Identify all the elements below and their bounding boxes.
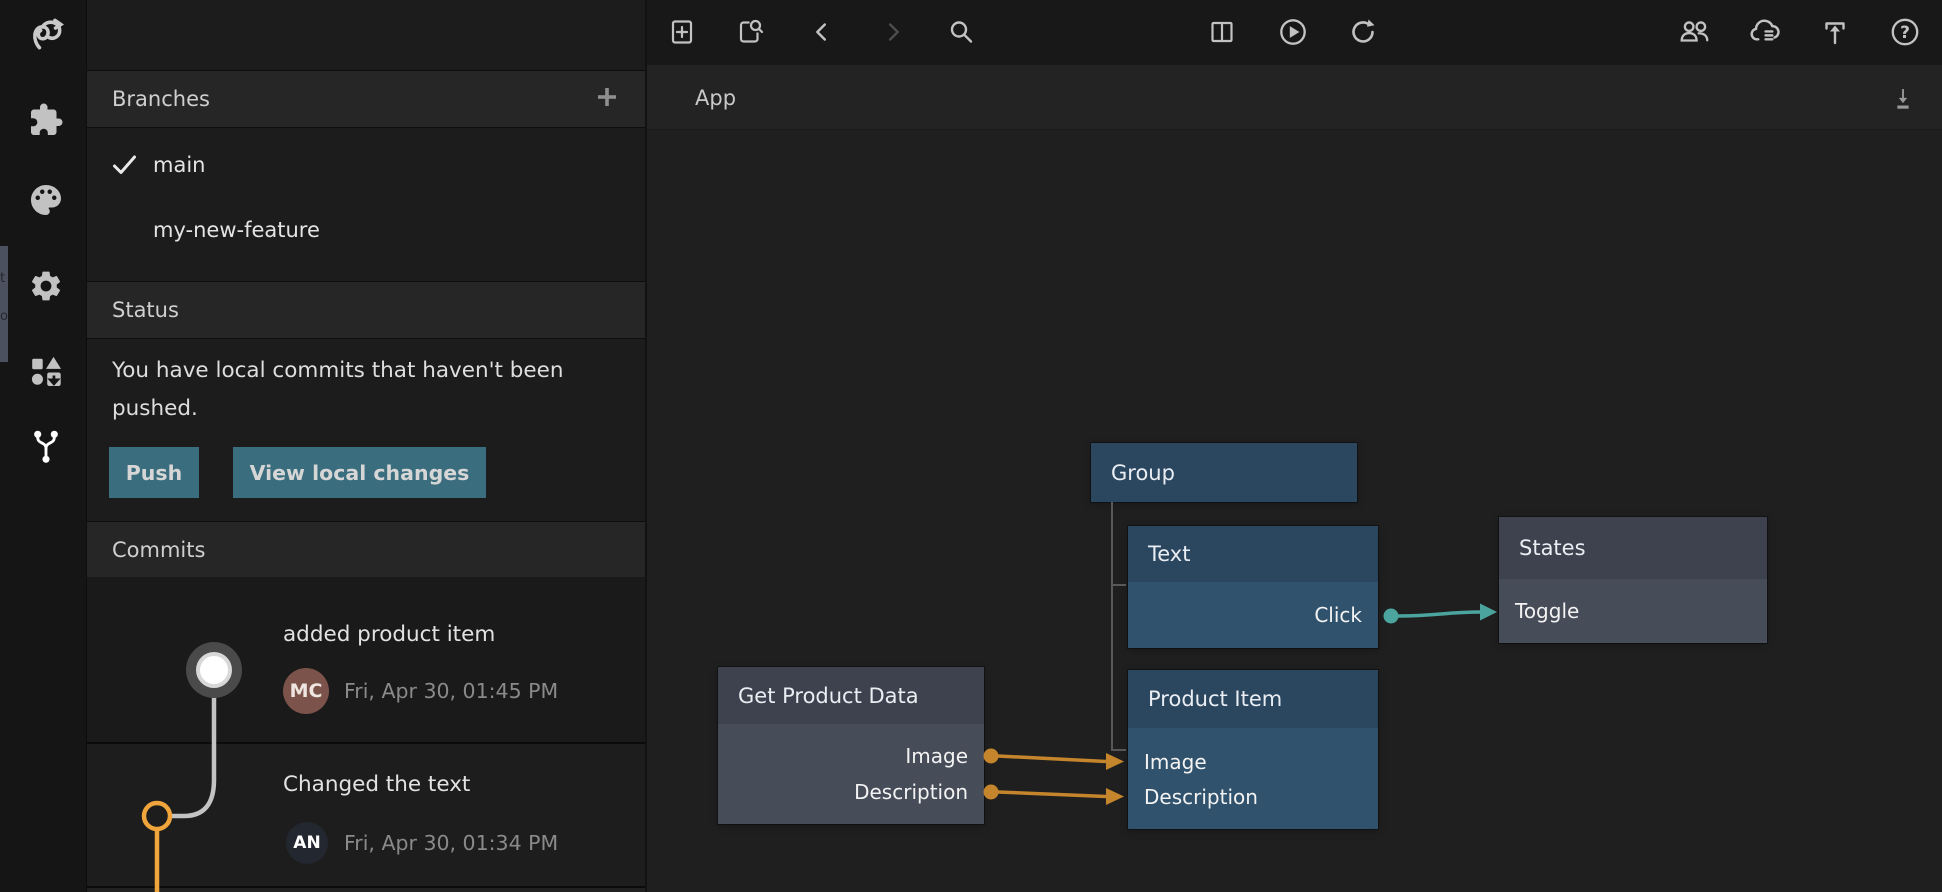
- wire-click-toggle: [1384, 604, 1498, 624]
- branch-row-my-new-feature[interactable]: my-new-feature: [87, 203, 645, 257]
- add-branch-button[interactable]: [594, 84, 620, 115]
- collaborators-icon[interactable]: [1677, 14, 1713, 50]
- add-node-icon[interactable]: [664, 14, 700, 50]
- status-section-header: Status: [87, 281, 645, 339]
- push-button[interactable]: Push: [109, 447, 199, 498]
- breadcrumb-app[interactable]: App: [695, 65, 736, 130]
- input-port-image[interactable]: Image: [1128, 744, 1378, 779]
- refresh-icon[interactable]: [1345, 14, 1381, 50]
- node-title: Get Product Data: [718, 667, 984, 724]
- marketplace-icon[interactable]: [24, 349, 68, 393]
- download-icon[interactable]: [1885, 80, 1921, 116]
- view-local-changes-button[interactable]: View local changes: [233, 447, 486, 498]
- activity-sidebar: [0, 0, 87, 892]
- branches-title: Branches: [112, 87, 210, 111]
- status-message: You have local commits that haven't been…: [112, 352, 602, 428]
- deploy-icon[interactable]: [1817, 14, 1853, 50]
- search-icon[interactable]: [943, 14, 979, 50]
- commits-section-header: Commits: [87, 521, 645, 579]
- node-title: States: [1499, 517, 1767, 579]
- node-title: Text: [1128, 526, 1378, 582]
- version-control-icon[interactable]: [24, 423, 68, 467]
- input-port-toggle[interactable]: Toggle: [1499, 599, 1767, 623]
- output-port-image[interactable]: Image: [718, 738, 984, 774]
- commit-date: Fri, Apr 30, 01:45 PM: [344, 679, 558, 703]
- settings-gear-icon[interactable]: [24, 264, 68, 308]
- version-control-panel: Branches main my-new-feature Status: [87, 0, 647, 892]
- branches-section-header: Branches: [87, 70, 645, 128]
- node-group[interactable]: Group: [1091, 443, 1357, 502]
- commit-row[interactable]: [87, 742, 645, 886]
- node-title: Group: [1091, 443, 1357, 502]
- check-icon: [111, 152, 141, 178]
- output-port-description[interactable]: Description: [718, 774, 984, 810]
- status-title: Status: [112, 298, 179, 322]
- input-port-description[interactable]: Description: [1128, 779, 1378, 814]
- branch-name: my-new-feature: [153, 218, 320, 242]
- noodl-logo[interactable]: [24, 12, 68, 56]
- canvas-toolbar: ?: [647, 0, 1942, 65]
- svg-text:?: ?: [1900, 23, 1910, 43]
- commit-date: Fri, Apr 30, 01:34 PM: [344, 831, 558, 855]
- cloud-services-icon[interactable]: [1747, 14, 1783, 50]
- styles-palette-icon[interactable]: [24, 178, 68, 222]
- hierarchy-line: [1112, 502, 1126, 750]
- commits-title: Commits: [112, 538, 205, 562]
- preview-play-icon[interactable]: [1275, 14, 1311, 50]
- background-window-edge: t o: [0, 246, 8, 362]
- split-view-icon[interactable]: [1204, 14, 1240, 50]
- node-text[interactable]: Text Click: [1128, 526, 1378, 648]
- component-search-icon[interactable]: [732, 14, 768, 50]
- help-icon[interactable]: ?: [1887, 14, 1923, 50]
- node-product-item[interactable]: Product Item Image Description: [1128, 670, 1378, 829]
- avatar: AN: [286, 822, 328, 864]
- nav-forward-icon[interactable]: [875, 14, 911, 50]
- node-get-product-data[interactable]: Get Product Data Image Description: [718, 667, 984, 824]
- components-icon[interactable]: [24, 98, 68, 142]
- branch-row-main[interactable]: main: [87, 138, 645, 192]
- wire-description: [984, 785, 1125, 806]
- wire-image: [984, 749, 1125, 771]
- avatar: MC: [283, 668, 329, 714]
- commit-message: added product item: [283, 622, 495, 647]
- commit-row-partial[interactable]: [87, 886, 645, 892]
- commit-row[interactable]: [87, 577, 645, 742]
- node-canvas-column: ? App Group Text Click: [647, 0, 1942, 892]
- noodl-editor-window: t o Branches main my-new-feat: [0, 0, 1942, 892]
- component-breadcrumb-bar: App: [647, 65, 1942, 130]
- output-port-click[interactable]: Click: [1128, 603, 1378, 627]
- plus-icon: [594, 84, 620, 110]
- branch-name: main: [153, 153, 205, 177]
- check-placeholder: [111, 217, 141, 243]
- nav-back-icon[interactable]: [804, 14, 840, 50]
- node-states[interactable]: States Toggle: [1499, 517, 1767, 643]
- node-title: Product Item: [1128, 670, 1378, 728]
- commit-message: Changed the text: [283, 772, 470, 797]
